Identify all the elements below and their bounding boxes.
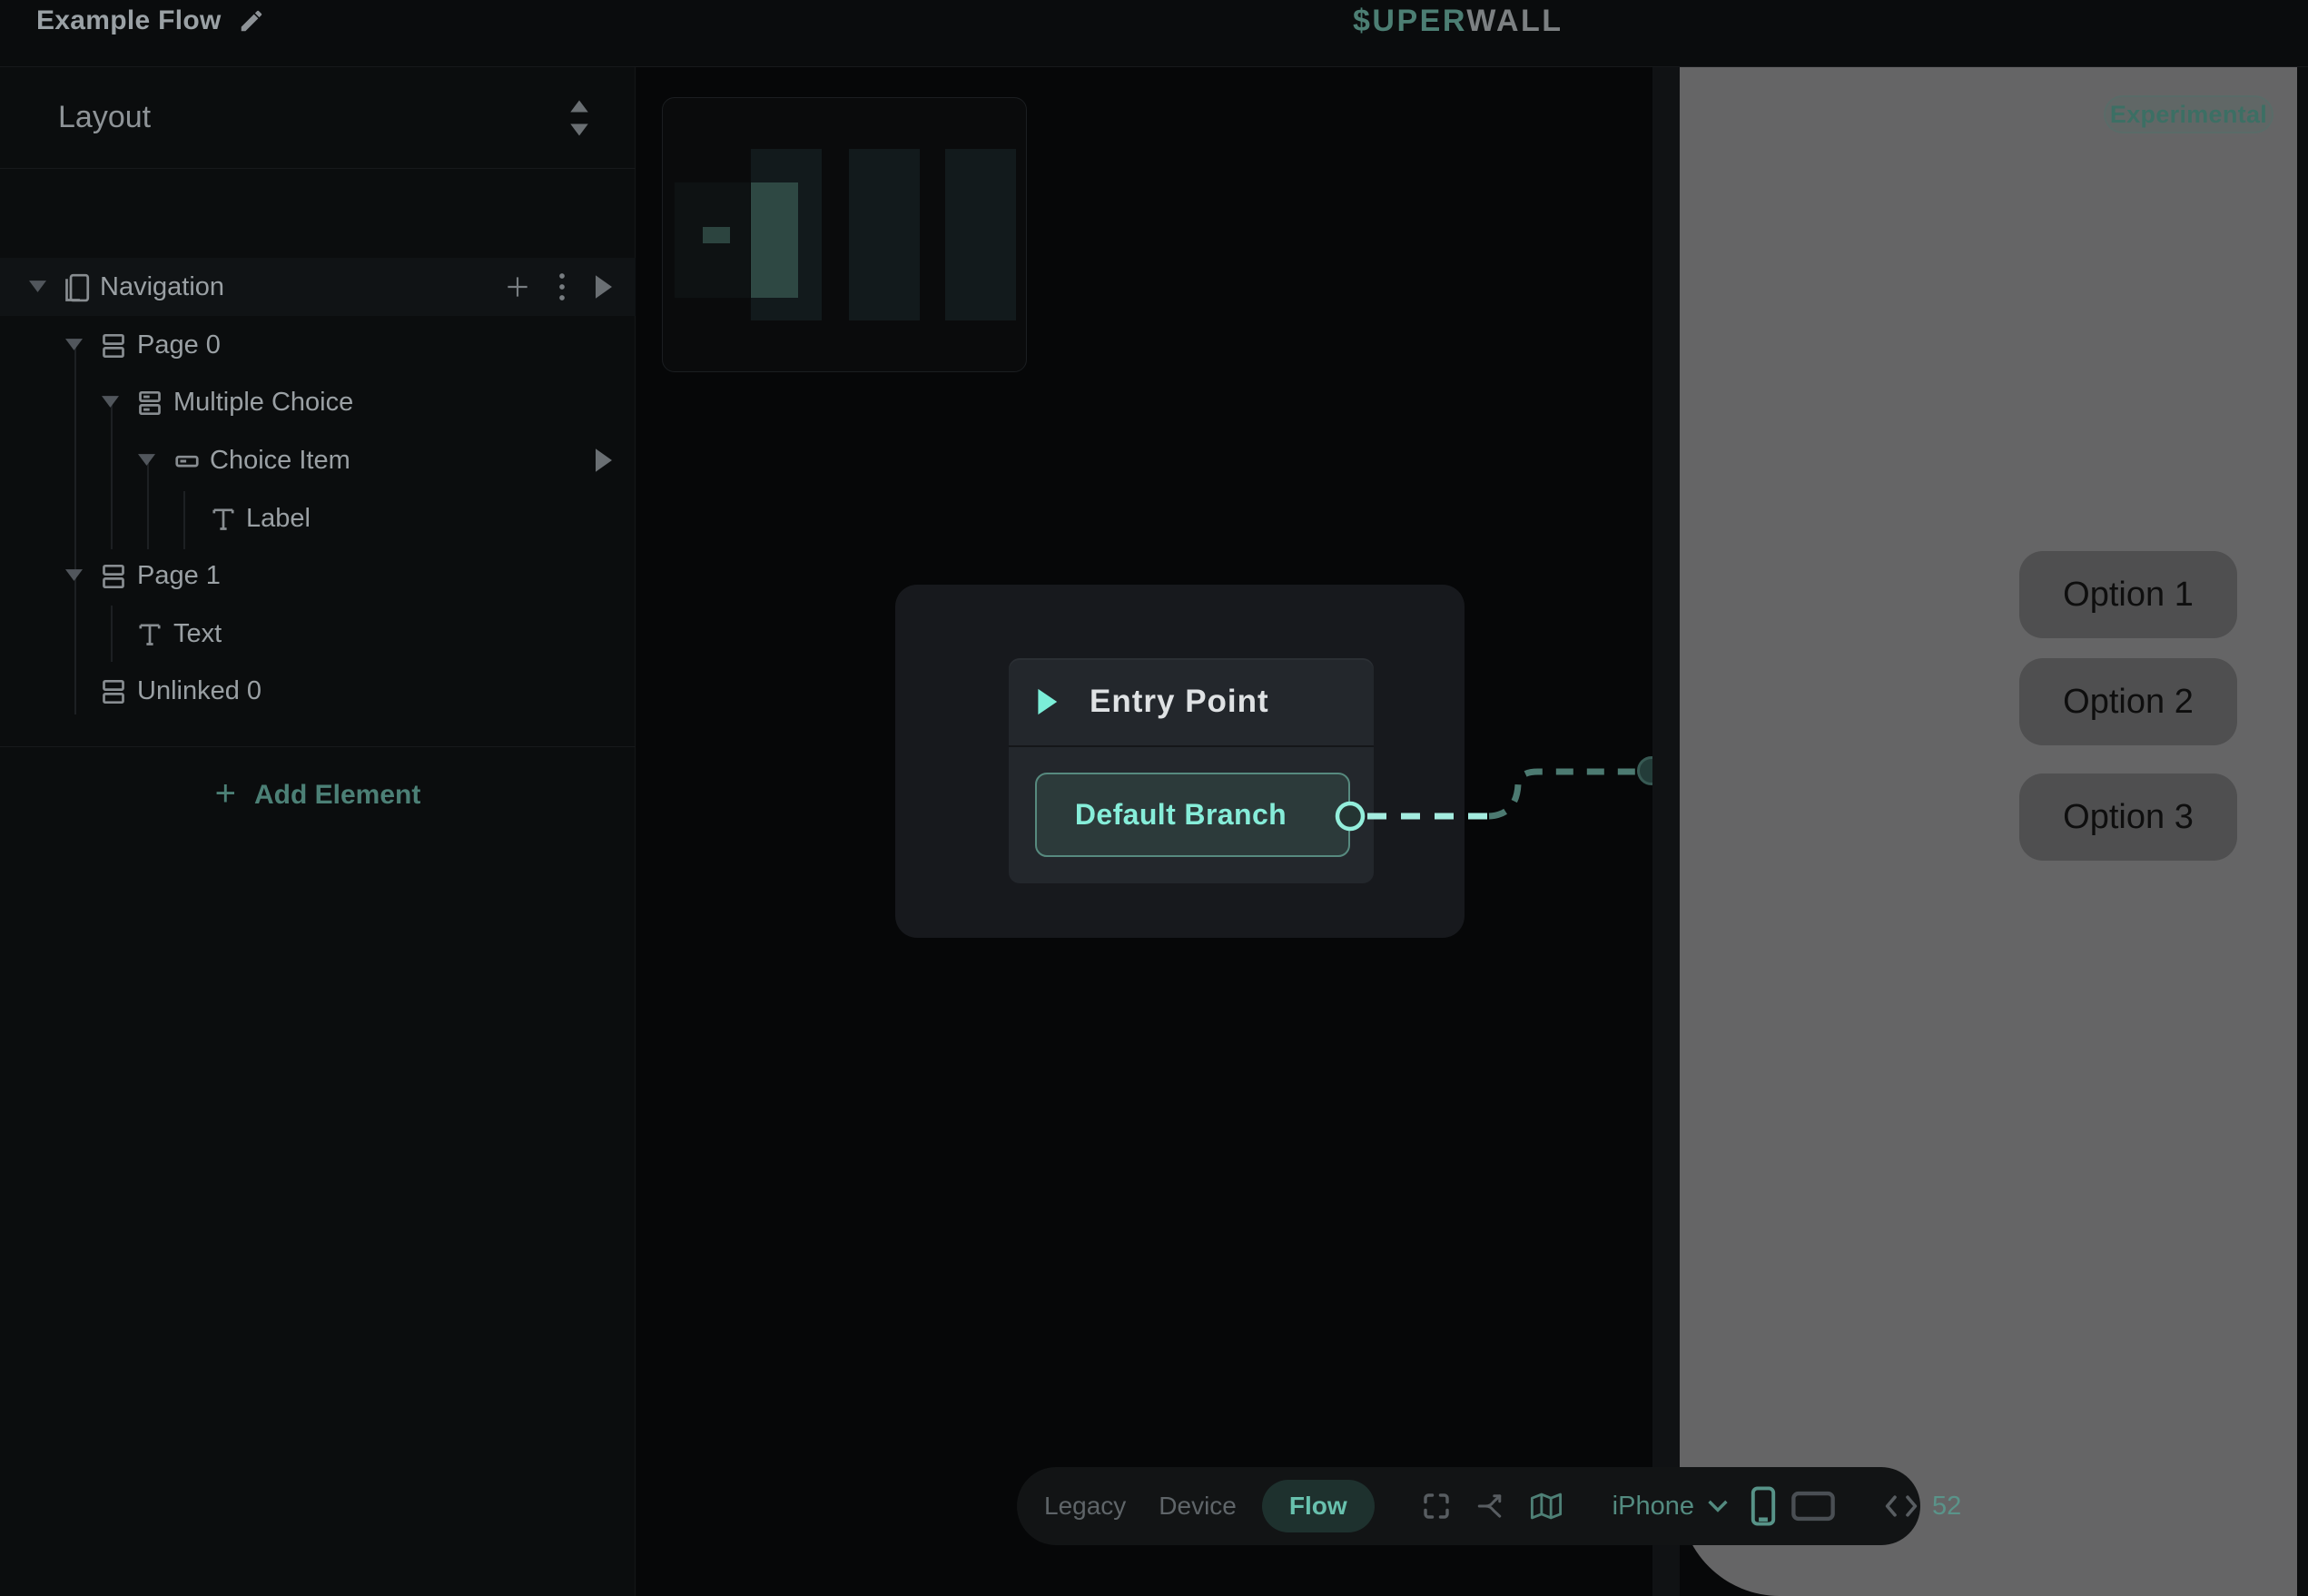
- branch-connector-edge[interactable]: [1271, 708, 1652, 872]
- sort-icon[interactable]: [556, 91, 603, 145]
- plus-icon: +: [215, 775, 236, 812]
- view-toolbar: Legacy Device Flow iPhone 52: [1017, 1467, 1920, 1545]
- thumbnail-dash: [703, 227, 730, 243]
- tree-row-page-0[interactable]: Page 0: [0, 316, 636, 374]
- tree-row-label-item[interactable]: Label: [0, 489, 636, 547]
- code-count: 52: [1932, 1492, 1961, 1522]
- mode-flow-label: Flow: [1289, 1492, 1347, 1521]
- connector-port: [1337, 803, 1363, 829]
- device-preview-panel: Experimental Option 1 Option 2 Option 3: [1680, 67, 2297, 1596]
- tree-row-label: Unlinked 0: [137, 676, 261, 706]
- layout-tree: Navigation Page 0: [0, 192, 636, 745]
- page-icon: [97, 560, 130, 593]
- page-icon: [97, 675, 130, 708]
- preview-option-button[interactable]: Option 3: [2019, 773, 2237, 861]
- tree-row-label: Navigation: [100, 272, 224, 302]
- play-icon[interactable]: [592, 447, 616, 474]
- split-icon[interactable]: [1475, 1490, 1507, 1522]
- preview-option-button[interactable]: Option 2: [2019, 658, 2237, 745]
- thumbnail-page-column: [945, 149, 1016, 320]
- plus-icon[interactable]: [503, 272, 532, 301]
- code-view-button[interactable]: 52: [1883, 1492, 1961, 1522]
- logo-accent-text: $UPER: [1353, 4, 1466, 38]
- tree-row-page-1[interactable]: Page 1: [0, 547, 636, 605]
- choice-item-icon: [171, 445, 203, 478]
- tree-row-label: Page 1: [137, 561, 221, 591]
- layout-panel-title: Layout: [58, 100, 151, 135]
- thumbnail-selected-block: [751, 182, 798, 298]
- tree-row-choice-item[interactable]: Choice Item: [0, 431, 636, 489]
- phone-landscape-icon[interactable]: [1790, 1491, 1836, 1522]
- tree-row-label: Label: [246, 504, 311, 534]
- caret-down-icon[interactable]: [29, 281, 46, 292]
- thumbnail-page-column: [849, 149, 920, 320]
- tree-row-label: Multiple Choice: [173, 388, 353, 418]
- logo-rest-text: WALL: [1466, 4, 1563, 38]
- tree-row-label: Choice Item: [210, 446, 350, 476]
- pages-thumbnail-card[interactable]: [662, 97, 1027, 372]
- text-icon: [133, 618, 166, 651]
- flow-canvas[interactable]: Entry Point Default Branch: [636, 67, 1652, 1596]
- navigation-icon: [60, 271, 93, 304]
- layout-sidebar: Layout Navigation: [0, 67, 636, 1596]
- superwall-logo: $UPERWALL: [1353, 4, 1563, 39]
- flow-title-group: Example Flow: [36, 5, 265, 36]
- caret-down-icon[interactable]: [65, 339, 83, 350]
- thumbnail-ghost-page: [675, 182, 750, 298]
- add-element-label: Add Element: [254, 780, 420, 811]
- chevron-down-icon: [1707, 1499, 1729, 1513]
- tree-row-text[interactable]: Text: [0, 605, 636, 663]
- tree-row-label: Text: [173, 619, 222, 649]
- canvas-preview-gutter: [1652, 67, 1680, 1596]
- multiple-choice-icon: [133, 387, 166, 419]
- device-name: iPhone: [1613, 1492, 1694, 1522]
- sidebar-divider: [0, 746, 636, 747]
- tree-row-navigation[interactable]: Navigation: [0, 258, 636, 316]
- edit-pencil-icon[interactable]: [238, 7, 265, 34]
- device-selector[interactable]: iPhone: [1613, 1492, 1729, 1522]
- fullscreen-icon[interactable]: [1420, 1490, 1453, 1522]
- caret-down-icon[interactable]: [65, 569, 83, 581]
- map-icon[interactable]: [1529, 1491, 1563, 1522]
- tree-row-unlinked-0[interactable]: Unlinked 0: [0, 662, 636, 720]
- kebab-icon[interactable]: [556, 271, 568, 303]
- tree-row-label: Page 0: [137, 330, 221, 360]
- topbar: Example Flow $UPERWALL: [0, 0, 2308, 67]
- mode-legacy-button[interactable]: Legacy: [1044, 1492, 1126, 1521]
- layout-panel-header: Layout: [0, 67, 636, 169]
- play-icon[interactable]: [592, 273, 616, 300]
- caret-down-icon[interactable]: [102, 396, 119, 408]
- flow-title: Example Flow: [36, 5, 222, 36]
- experimental-badge: Experimental: [2104, 95, 2273, 133]
- preview-option-button[interactable]: Option 1: [2019, 551, 2237, 638]
- caret-down-icon[interactable]: [138, 454, 155, 466]
- default-branch-label: Default Branch: [1075, 798, 1287, 832]
- mode-device-button[interactable]: Device: [1159, 1492, 1237, 1521]
- phone-portrait-icon[interactable]: [1751, 1485, 1776, 1527]
- right-edge-strip: [2297, 0, 2308, 1596]
- superwall-editor: Example Flow $UPERWALL Layout: [0, 0, 2308, 1596]
- text-icon: [207, 503, 240, 536]
- tree-row-multiple-choice[interactable]: Multiple Choice: [0, 373, 636, 431]
- code-icon: [1883, 1493, 1919, 1519]
- mode-flow-button[interactable]: Flow: [1262, 1480, 1375, 1532]
- entry-point-title: Entry Point: [1090, 684, 1269, 720]
- entry-play-icon: [1034, 687, 1060, 716]
- page-icon: [97, 330, 130, 362]
- add-element-button[interactable]: + Add Element: [0, 761, 636, 830]
